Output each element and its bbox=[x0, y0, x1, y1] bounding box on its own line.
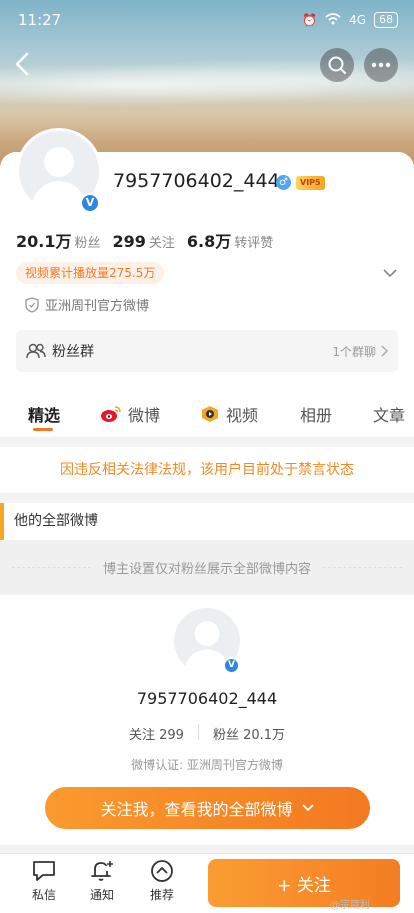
shield-icon bbox=[25, 296, 39, 313]
vip-badge[interactable]: VIP5 bbox=[296, 176, 325, 190]
fans-group-label: 粉丝群 bbox=[52, 344, 94, 360]
follow-card-certification: 微博认证: 亚洲周刊官方微博 bbox=[131, 758, 283, 772]
tab-album[interactable]: 相册 bbox=[300, 402, 332, 426]
back-arrow-icon bbox=[15, 52, 29, 76]
fans-only-text: 博主设置仅对粉丝展示全部微博内容 bbox=[103, 562, 312, 577]
search-button[interactable] bbox=[320, 48, 354, 82]
follow-card-stats: 关注 299 粉丝 20.1万 bbox=[0, 724, 414, 743]
alarm-icon: ⏰ bbox=[302, 13, 318, 27]
search-icon bbox=[328, 56, 346, 74]
notify-button[interactable]: 通知 bbox=[80, 859, 124, 903]
certification-row: 亚洲周刊官方微博 bbox=[25, 295, 149, 314]
certification-text: 亚洲周刊官方微博 bbox=[45, 299, 150, 314]
status-time: 11:27 bbox=[18, 11, 62, 29]
fans-group-row[interactable]: 粉丝群 1个群聊 bbox=[16, 330, 398, 372]
fans-only-notice: 博主设置仅对粉丝展示全部微博内容 bbox=[0, 540, 414, 595]
signal-label: 4G bbox=[349, 13, 366, 27]
bell-plus-icon bbox=[91, 861, 113, 881]
follow-card-followers: 粉丝 20.1万 bbox=[212, 728, 286, 743]
tab-featured[interactable]: 精选 bbox=[28, 402, 60, 426]
more-button[interactable] bbox=[364, 48, 398, 82]
profile-stats: 20.1万 粉丝 299 关注 6.8万 转评赞 bbox=[16, 228, 273, 252]
verified-badge: V bbox=[80, 193, 100, 213]
battery-indicator: 68 bbox=[374, 12, 398, 28]
watermark: @宗箴利 bbox=[330, 900, 370, 911]
expand-profile-button[interactable] bbox=[381, 264, 399, 282]
recommend-button[interactable]: 推荐 bbox=[140, 859, 184, 903]
active-tab-indicator bbox=[33, 428, 53, 431]
group-icon bbox=[26, 343, 46, 359]
wifi-icon bbox=[325, 12, 341, 28]
followers-stat[interactable]: 20.1万 粉丝 bbox=[16, 228, 101, 252]
more-dots-icon bbox=[371, 62, 391, 68]
chevron-up-circle-icon bbox=[151, 860, 173, 882]
verified-badge: V bbox=[223, 657, 240, 674]
profile-tabs: 精选 微博 视频 相册 文章 bbox=[0, 390, 414, 436]
follow-card-username: 7957706402_444 bbox=[136, 689, 278, 708]
following-stat[interactable]: 299 关注 bbox=[113, 232, 175, 251]
video-play-count-badge: 视频累计播放量275.5万 bbox=[16, 262, 165, 284]
ban-notice: 因违反相关法律法规，该用户目前处于禁言状态 bbox=[0, 447, 414, 493]
chevron-down-icon bbox=[301, 804, 314, 812]
section-title: 他的全部微博 bbox=[0, 503, 414, 540]
tab-articles[interactable]: 文章 bbox=[373, 402, 405, 426]
reposts-stat[interactable]: 6.8万 转评赞 bbox=[187, 228, 273, 252]
video-icon bbox=[202, 406, 218, 422]
top-nav bbox=[0, 46, 414, 86]
follow-to-view-all-button[interactable]: 关注我，查看我的全部微博 bbox=[45, 787, 370, 829]
follow-card-following: 关注 299 bbox=[128, 728, 184, 743]
follow-button[interactable]: + 关注 bbox=[208, 859, 400, 907]
chevron-down-icon bbox=[383, 269, 397, 278]
chat-icon bbox=[33, 861, 55, 881]
back-button[interactable] bbox=[10, 48, 40, 84]
profile-username: 7957706402_444 bbox=[113, 170, 280, 192]
weibo-logo-icon bbox=[101, 406, 121, 422]
male-icon: ♂ bbox=[276, 175, 291, 190]
fans-group-count: 1个群聊 bbox=[332, 344, 376, 359]
tab-weibo[interactable]: 微博 bbox=[100, 402, 160, 426]
message-button[interactable]: 私信 bbox=[22, 859, 66, 903]
tab-video[interactable]: 视频 bbox=[200, 402, 258, 426]
chevron-right-icon bbox=[381, 345, 388, 357]
status-bar: 11:27 ⏰ 4G 68 bbox=[0, 0, 414, 40]
